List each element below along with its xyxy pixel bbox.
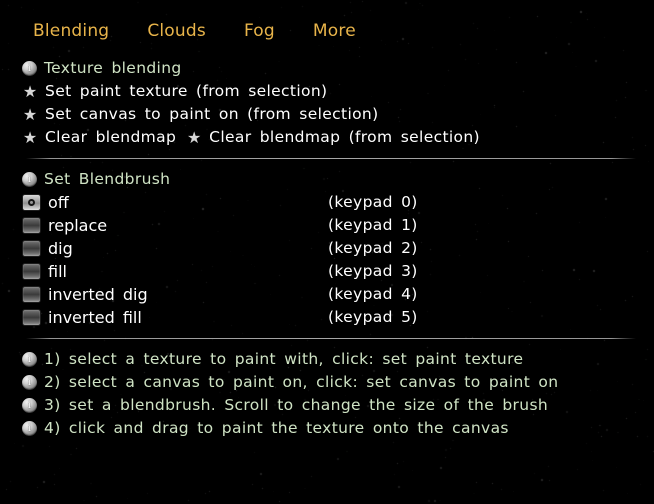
blending-menu-window: Blending Clouds Fog More Texture blendin…	[0, 0, 654, 504]
tab-fog[interactable]: Fog	[244, 22, 275, 40]
info-sphere-icon	[22, 352, 37, 367]
checkbox-icon[interactable]	[22, 286, 41, 303]
star-icon: ★	[22, 83, 38, 100]
info-sphere-icon	[22, 398, 37, 413]
instruction-line: 4) click and drag to paint the texture o…	[22, 417, 654, 440]
instruction-line: 1) select a texture to paint with, click…	[22, 348, 654, 371]
blendbrush-option-label: off	[48, 193, 69, 212]
checkbox-icon[interactable]	[22, 240, 41, 257]
instruction-text: 1) select a texture to paint with, click…	[44, 349, 524, 368]
blendbrush-heading: Set Blendbrush	[22, 168, 654, 191]
set-paint-texture-label: Set paint texture (from selection)	[45, 81, 328, 100]
tab-clouds[interactable]: Clouds	[147, 22, 206, 40]
instruction-text: 3) set a blendbrush. Scroll to change th…	[44, 395, 549, 414]
blendbrush-option-keyhint: (keypad 1)	[328, 215, 418, 234]
section-divider-bottom	[26, 338, 636, 339]
clear-blendmap-row: ★ Clear blendmap ★ Clear blendmap (from …	[22, 126, 654, 149]
blendbrush-option-keyhint: (keypad 3)	[328, 261, 418, 280]
blendbrush-option-replace[interactable]: replace (keypad 1)	[22, 214, 654, 237]
checkbox-icon[interactable]	[22, 263, 41, 280]
star-icon: ★	[22, 129, 38, 146]
blendbrush-option-label: inverted dig	[48, 285, 148, 304]
info-sphere-icon	[22, 421, 37, 436]
tab-more[interactable]: More	[313, 22, 356, 40]
texture-blending-heading-label: Texture blending	[44, 58, 182, 77]
set-paint-texture-item[interactable]: ★ Set paint texture (from selection)	[22, 80, 654, 103]
texture-blending-heading: Texture blending	[22, 57, 654, 80]
blendbrush-heading-label: Set Blendbrush	[44, 169, 171, 188]
tab-blending[interactable]: Blending	[33, 22, 109, 40]
tab-bar: Blending Clouds Fog More	[0, 0, 654, 48]
set-canvas-to-paint-on-label: Set canvas to paint on (from selection)	[45, 104, 379, 123]
blendbrush-option-label: replace	[48, 216, 108, 235]
blendbrush-option-label: inverted fill	[48, 308, 142, 327]
blendbrush-option-keyhint: (keypad 0)	[328, 192, 418, 211]
star-icon: ★	[22, 106, 38, 123]
instruction-line: 2) select a canvas to paint on, click: s…	[22, 371, 654, 394]
blendbrush-option-inverted-fill[interactable]: inverted fill (keypad 5)	[22, 306, 654, 329]
instruction-text: 2) select a canvas to paint on, click: s…	[44, 372, 559, 391]
instructions-section: 1) select a texture to paint with, click…	[0, 348, 654, 440]
instruction-text: 4) click and drag to paint the texture o…	[44, 418, 509, 437]
section-divider-top	[26, 158, 636, 159]
blendbrush-section: Set Blendbrush off (keypad 0) replace (k…	[0, 168, 654, 329]
blendbrush-option-keyhint: (keypad 4)	[328, 284, 418, 303]
star-icon: ★	[186, 129, 202, 146]
checkbox-icon[interactable]	[22, 309, 41, 326]
texture-blending-section: Texture blending ★ Set paint texture (fr…	[0, 57, 654, 149]
blendbrush-option-keyhint: (keypad 5)	[328, 307, 418, 326]
clear-blendmap-from-selection-label[interactable]: Clear blendmap (from selection)	[209, 129, 480, 146]
instruction-line: 3) set a blendbrush. Scroll to change th…	[22, 394, 654, 417]
blendbrush-option-dig[interactable]: dig (keypad 2)	[22, 237, 654, 260]
blendbrush-option-keyhint: (keypad 2)	[328, 238, 418, 257]
blendbrush-option-off[interactable]: off (keypad 0)	[22, 191, 654, 214]
blendbrush-option-inverted-dig[interactable]: inverted dig (keypad 4)	[22, 283, 654, 306]
info-sphere-icon	[22, 172, 37, 187]
checkbox-checked-icon[interactable]	[22, 194, 41, 211]
set-canvas-to-paint-on-item[interactable]: ★ Set canvas to paint on (from selection…	[22, 103, 654, 126]
info-sphere-icon	[22, 375, 37, 390]
clear-blendmap-label[interactable]: Clear blendmap	[45, 129, 176, 146]
blendbrush-option-fill[interactable]: fill (keypad 3)	[22, 260, 654, 283]
info-sphere-icon	[22, 61, 37, 76]
checkbox-icon[interactable]	[22, 217, 41, 234]
blendbrush-option-label: fill	[48, 262, 67, 281]
blendbrush-option-label: dig	[48, 239, 73, 258]
